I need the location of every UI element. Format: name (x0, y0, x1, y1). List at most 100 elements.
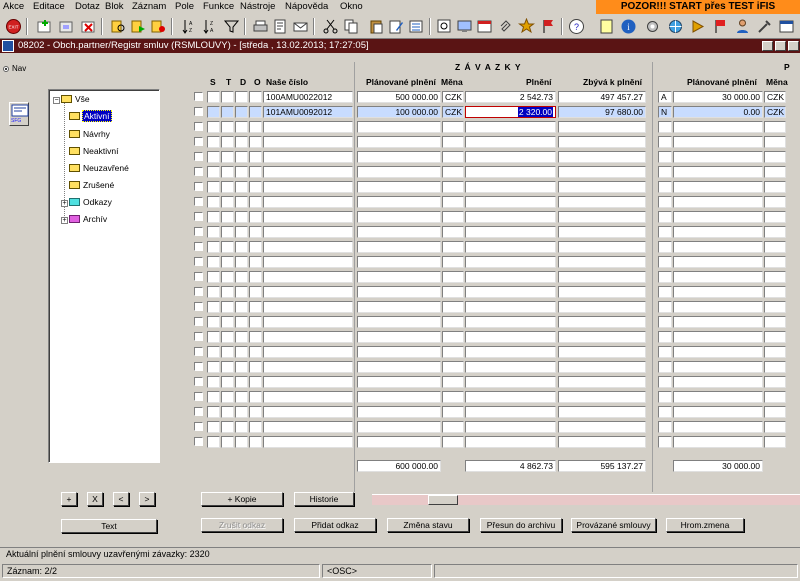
print-preview-icon[interactable] (272, 18, 289, 35)
flag-cell[interactable] (207, 151, 220, 163)
empty-cell[interactable] (558, 376, 646, 388)
empty-cell[interactable] (357, 286, 441, 298)
flag-cell[interactable] (221, 391, 234, 403)
empty-cell[interactable] (263, 211, 353, 223)
row-checkbox[interactable] (194, 107, 203, 116)
flag-cell[interactable] (249, 316, 262, 328)
empty-cell[interactable] (263, 421, 353, 433)
empty-cell[interactable] (764, 301, 786, 313)
flag-cell[interactable] (207, 166, 220, 178)
cell-plneni-focused[interactable]: 2 320.00 (465, 106, 556, 118)
empty-cell[interactable] (658, 361, 672, 373)
empty-cell[interactable] (263, 406, 353, 418)
empty-cell[interactable] (673, 346, 763, 358)
tree-remove-button[interactable]: X (87, 492, 103, 506)
empty-cell[interactable] (673, 316, 763, 328)
row-checkbox[interactable] (194, 197, 203, 206)
empty-cell[interactable] (357, 241, 441, 253)
empty-cell[interactable] (673, 226, 763, 238)
empty-cell[interactable] (558, 226, 646, 238)
empty-cell[interactable] (764, 121, 786, 133)
flag-cell[interactable] (235, 166, 248, 178)
empty-cell[interactable] (558, 421, 646, 433)
empty-cell[interactable] (673, 421, 763, 433)
empty-cell[interactable] (658, 286, 672, 298)
print-icon[interactable] (252, 18, 269, 35)
empty-cell[interactable] (673, 331, 763, 343)
empty-cell[interactable] (558, 121, 646, 133)
copy-button[interactable]: + Kopie (201, 492, 283, 506)
flag-cell[interactable] (221, 91, 234, 103)
empty-cell[interactable] (764, 376, 786, 388)
run-icon[interactable] (690, 18, 707, 35)
row-checkbox[interactable] (194, 242, 203, 251)
flag-cell[interactable] (207, 91, 220, 103)
flag-cell[interactable] (221, 106, 234, 118)
flag-cell[interactable] (249, 391, 262, 403)
horizontal-scroll-thumb[interactable] (428, 495, 458, 505)
empty-cell[interactable] (263, 361, 353, 373)
tree-next-button[interactable]: > (139, 492, 155, 506)
empty-cell[interactable] (442, 271, 464, 283)
tree-node-aktivni[interactable]: Aktivní (69, 110, 112, 122)
move-to-archive-button[interactable]: Přesun do archivu (480, 518, 562, 532)
empty-cell[interactable] (558, 136, 646, 148)
empty-cell[interactable] (465, 331, 556, 343)
flag-cell[interactable] (249, 121, 262, 133)
empty-cell[interactable] (658, 436, 672, 448)
empty-cell[interactable] (357, 136, 441, 148)
cell-flag[interactable]: A (658, 91, 672, 103)
flag-cell[interactable] (207, 121, 220, 133)
row-checkbox[interactable] (194, 152, 203, 161)
empty-cell[interactable] (263, 226, 353, 238)
flag-cell[interactable] (207, 361, 220, 373)
flag-cell[interactable] (235, 361, 248, 373)
empty-cell[interactable] (673, 166, 763, 178)
empty-cell[interactable] (263, 241, 353, 253)
empty-cell[interactable] (558, 406, 646, 418)
duplicate-record-icon[interactable] (58, 18, 75, 35)
flag-cell[interactable] (249, 166, 262, 178)
empty-cell[interactable] (465, 151, 556, 163)
empty-cell[interactable] (263, 331, 353, 343)
menu-funkce[interactable]: Funkce (203, 1, 234, 12)
empty-cell[interactable] (442, 241, 464, 253)
empty-cell[interactable] (658, 121, 672, 133)
empty-cell[interactable] (658, 271, 672, 283)
empty-cell[interactable] (558, 301, 646, 313)
empty-cell[interactable] (263, 196, 353, 208)
flag-icon[interactable] (540, 18, 557, 35)
sfg-button[interactable]: SFG (9, 102, 29, 126)
empty-cell[interactable] (673, 151, 763, 163)
display-icon[interactable] (456, 18, 473, 35)
empty-cell[interactable] (673, 406, 763, 418)
row-checkbox[interactable] (194, 317, 203, 326)
row-checkbox[interactable] (194, 407, 203, 416)
empty-cell[interactable] (465, 391, 556, 403)
flag-cell[interactable] (235, 211, 248, 223)
empty-cell[interactable] (357, 301, 441, 313)
empty-cell[interactable] (673, 181, 763, 193)
menu-dotaz[interactable]: Dotaz (75, 1, 100, 12)
flag-cell[interactable] (221, 136, 234, 148)
empty-cell[interactable] (357, 331, 441, 343)
empty-cell[interactable] (263, 181, 353, 193)
tree-node-zrusene[interactable]: Zrušené (69, 179, 115, 191)
empty-cell[interactable] (658, 151, 672, 163)
flag-cell[interactable] (249, 181, 262, 193)
flag-cell[interactable] (207, 421, 220, 433)
sort-descending-icon[interactable]: ZA (202, 18, 219, 35)
empty-cell[interactable] (263, 286, 353, 298)
flag-cell[interactable] (207, 241, 220, 253)
empty-cell[interactable] (558, 271, 646, 283)
flag-cell[interactable] (221, 376, 234, 388)
flag-cell[interactable] (235, 376, 248, 388)
empty-cell[interactable] (764, 361, 786, 373)
tools-icon[interactable] (756, 18, 773, 35)
nav-radio[interactable]: Nav (3, 63, 35, 75)
row-checkbox[interactable] (194, 422, 203, 431)
empty-cell[interactable] (357, 376, 441, 388)
empty-cell[interactable] (658, 391, 672, 403)
empty-cell[interactable] (442, 436, 464, 448)
empty-cell[interactable] (263, 166, 353, 178)
